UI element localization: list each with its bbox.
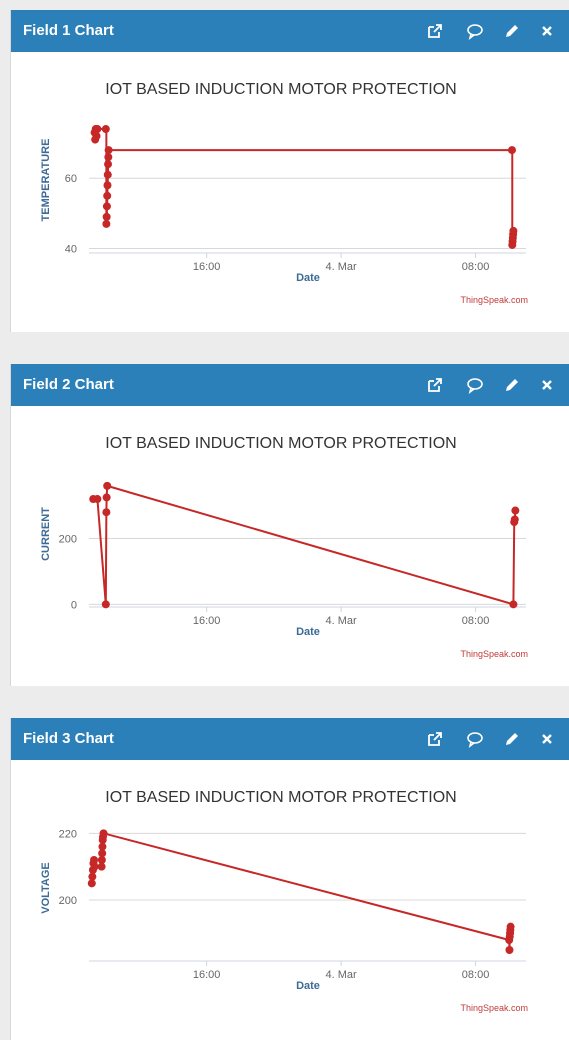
y-axis-title: TEMPERATURE xyxy=(40,139,52,222)
data-point xyxy=(103,181,112,190)
panel-header: Field 3 Chart xyxy=(11,718,569,760)
series-line xyxy=(90,832,512,951)
data-point xyxy=(507,146,516,155)
x-tick-label: 08:00 xyxy=(462,261,490,273)
close-icon[interactable] xyxy=(537,375,557,395)
close-icon[interactable] xyxy=(537,729,557,749)
y-tick-label: 40 xyxy=(65,243,77,255)
x-tick-label: 4. Mar xyxy=(326,261,358,273)
x-axis-title: Date xyxy=(296,272,320,284)
data-point xyxy=(103,170,112,179)
x-tick-label: 16:00 xyxy=(193,261,221,273)
panel-header: Field 2 Chart xyxy=(11,364,569,406)
external-link-icon[interactable] xyxy=(425,21,445,41)
field-2-chart-panel: Field 2 Chart IOT BASED INDUCTION MOTOR … xyxy=(10,364,569,686)
data-point xyxy=(102,219,111,228)
chart-title: IOT BASED INDUCTION MOTOR PROTECTION xyxy=(105,81,456,98)
x-tick-label: 08:00 xyxy=(462,969,490,981)
data-point xyxy=(103,191,112,200)
field-1-chart-panel: Field 1 Chart IOT BASED INDUCTION MOTOR … xyxy=(10,10,569,332)
data-point xyxy=(99,829,108,838)
data-point xyxy=(103,481,112,490)
y-tick-label: 0 xyxy=(71,599,77,611)
thingspeak-credit[interactable]: ThingSpeak.com xyxy=(460,295,528,305)
chart-title: IOT BASED INDUCTION MOTOR PROTECTION xyxy=(105,435,456,452)
external-link-icon[interactable] xyxy=(425,729,445,749)
comment-icon[interactable] xyxy=(465,375,485,395)
x-axis-title: Date xyxy=(296,626,320,638)
y-tick-label: 200 xyxy=(59,895,77,907)
data-point xyxy=(92,132,101,141)
data-point xyxy=(506,922,515,931)
external-link-icon[interactable] xyxy=(425,375,445,395)
data-point xyxy=(102,202,111,211)
panel-title: Field 2 Chart xyxy=(23,376,114,393)
data-point xyxy=(509,226,518,235)
data-point xyxy=(505,946,514,954)
pencil-icon[interactable] xyxy=(502,375,522,395)
data-point xyxy=(102,493,111,502)
data-point xyxy=(93,125,102,134)
x-tick-label: 4. Mar xyxy=(326,969,358,981)
y-tick-label: 220 xyxy=(59,828,77,840)
data-point xyxy=(102,508,111,517)
voltage-chart: IOT BASED INDUCTION MOTOR PROTECTION VOL… xyxy=(40,789,528,1013)
x-tick-label: 4. Mar xyxy=(326,615,358,627)
comment-icon[interactable] xyxy=(465,21,485,41)
series-line xyxy=(93,484,517,606)
x-tick-label: 16:00 xyxy=(193,615,221,627)
current-chart: IOT BASED INDUCTION MOTOR PROTECTION CUR… xyxy=(40,435,528,659)
x-tick-label: 08:00 xyxy=(462,615,490,627)
data-point xyxy=(93,495,102,504)
x-axis-title: Date xyxy=(296,980,320,992)
thingspeak-credit[interactable]: ThingSpeak.com xyxy=(460,649,528,659)
data-point xyxy=(510,515,519,524)
series-line xyxy=(94,128,515,246)
x-tick-label: 16:00 xyxy=(193,969,221,981)
data-point xyxy=(104,160,113,169)
thingspeak-credit[interactable]: ThingSpeak.com xyxy=(460,1003,528,1013)
data-point xyxy=(102,212,111,221)
chart-title: IOT BASED INDUCTION MOTOR PROTECTION xyxy=(105,789,456,806)
data-point xyxy=(90,862,99,871)
data-point xyxy=(101,600,110,609)
panel-title: Field 3 Chart xyxy=(23,730,114,747)
panel-title: Field 1 Chart xyxy=(23,22,114,39)
data-point xyxy=(104,153,113,162)
y-tick-label: 200 xyxy=(59,534,77,546)
panel-header: Field 1 Chart xyxy=(11,10,569,52)
data-point xyxy=(511,506,520,515)
y-axis-title: CURRENT xyxy=(40,507,52,561)
data-point xyxy=(509,600,518,609)
y-tick-label: 60 xyxy=(65,173,77,185)
comment-icon[interactable] xyxy=(465,729,485,749)
data-point xyxy=(101,125,110,134)
y-axis-title: VOLTAGE xyxy=(40,862,52,914)
pencil-icon[interactable] xyxy=(502,21,522,41)
data-point xyxy=(104,146,113,155)
close-icon[interactable] xyxy=(537,21,557,41)
temperature-chart: IOT BASED INDUCTION MOTOR PROTECTION TEM… xyxy=(40,81,528,305)
pencil-icon[interactable] xyxy=(502,729,522,749)
field-3-chart-panel: Field 3 Chart IOT BASED INDUCTION MOTOR … xyxy=(10,718,569,1040)
